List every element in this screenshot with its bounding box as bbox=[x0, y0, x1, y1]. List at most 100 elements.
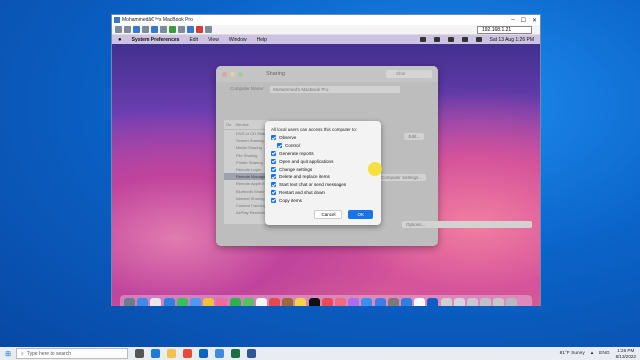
taskbar-search[interactable]: ⌕ Type here to search bbox=[16, 348, 128, 359]
dock-app-icon[interactable] bbox=[374, 298, 386, 306]
service-item[interactable]: AirPlay Receiver bbox=[224, 209, 268, 216]
task-view-icon[interactable] bbox=[135, 349, 144, 358]
close-button[interactable]: ✕ bbox=[532, 17, 537, 24]
dock-app-icon[interactable] bbox=[255, 298, 267, 306]
chrome-icon[interactable] bbox=[183, 349, 192, 358]
excel-icon[interactable] bbox=[231, 349, 240, 358]
option-text-chat[interactable]: Start text chat or send messages bbox=[271, 181, 375, 189]
menubar-clock[interactable]: Sat 13 Aug 1:26 PM bbox=[490, 37, 534, 43]
dock-app-icon[interactable] bbox=[295, 298, 307, 306]
dock-app-icon[interactable] bbox=[321, 298, 333, 306]
dock-app-icon[interactable] bbox=[137, 298, 149, 306]
dock-app-icon[interactable] bbox=[229, 298, 241, 306]
search-icon[interactable] bbox=[461, 37, 468, 42]
option-observe[interactable]: Observe bbox=[271, 134, 375, 142]
dock-app-icon[interactable] bbox=[506, 298, 518, 306]
cancel-button[interactable]: Cancel bbox=[314, 210, 343, 219]
dock-app-icon[interactable] bbox=[176, 298, 188, 306]
edit-button[interactable]: Edit... bbox=[404, 133, 424, 140]
toolbar-icon[interactable] bbox=[142, 26, 149, 33]
edge-icon[interactable] bbox=[151, 349, 160, 358]
toolbar-icon[interactable] bbox=[205, 26, 212, 33]
dock-app-icon[interactable] bbox=[493, 298, 505, 306]
service-item[interactable]: Screen Sharing bbox=[224, 137, 268, 144]
checkbox-checked-icon[interactable] bbox=[277, 143, 282, 149]
file-explorer-icon[interactable] bbox=[167, 349, 176, 358]
language-indicator[interactable]: ENG bbox=[599, 351, 609, 356]
dock-app-icon[interactable] bbox=[466, 298, 478, 306]
remote-window-titlebar[interactable]: Mohammedâ€™s MacBook Pro – ☐ ✕ bbox=[112, 15, 540, 25]
taskbar-clock[interactable]: 1:26 PM 8/13/2022 bbox=[616, 348, 636, 359]
toolbar-icon[interactable] bbox=[151, 26, 158, 33]
dock-app-icon[interactable] bbox=[414, 298, 426, 306]
toolbar-icon[interactable] bbox=[115, 26, 122, 33]
store-icon[interactable] bbox=[199, 349, 208, 358]
dock-app-icon[interactable] bbox=[427, 298, 439, 306]
minimize-dot-icon[interactable] bbox=[230, 71, 235, 77]
option-control[interactable]: Control bbox=[271, 142, 375, 150]
dock-app-icon[interactable] bbox=[308, 298, 320, 306]
status-icon[interactable] bbox=[433, 37, 440, 42]
dock-app-icon[interactable] bbox=[361, 298, 373, 306]
toolbar-icon[interactable] bbox=[178, 26, 185, 33]
checkbox-checked-icon[interactable] bbox=[271, 158, 276, 164]
service-item[interactable]: Content Caching bbox=[224, 202, 268, 209]
control-center-icon[interactable] bbox=[475, 37, 482, 42]
dock-app-icon[interactable] bbox=[216, 298, 228, 306]
service-item[interactable]: DVD or CD Sharing bbox=[224, 130, 268, 137]
zoom-dot-icon[interactable] bbox=[238, 71, 243, 77]
menu-app-name[interactable]: System Preferences bbox=[132, 37, 180, 43]
option-copy-items[interactable]: Copy items bbox=[271, 196, 375, 204]
dock-app-icon[interactable] bbox=[348, 298, 360, 306]
dock-app-icon[interactable] bbox=[189, 298, 201, 306]
dock-app-icon[interactable] bbox=[282, 298, 294, 306]
dock-app-icon[interactable] bbox=[453, 298, 465, 306]
menu-window[interactable]: Window bbox=[229, 37, 247, 43]
maximize-button[interactable]: ☐ bbox=[521, 17, 526, 24]
options-button[interactable]: Options... bbox=[402, 221, 532, 228]
service-item[interactable]: Internet Sharing bbox=[224, 195, 268, 202]
close-dot-icon[interactable] bbox=[222, 71, 227, 77]
dock-app-icon[interactable] bbox=[400, 298, 412, 306]
toolbar-icon[interactable] bbox=[169, 26, 176, 33]
menu-edit[interactable]: Edit bbox=[189, 37, 198, 43]
service-item[interactable]: Printer Sharing bbox=[224, 159, 268, 166]
dock-app-icon[interactable] bbox=[242, 298, 254, 306]
option-open-quit-apps[interactable]: Open and quit applications bbox=[271, 157, 375, 165]
option-delete-replace[interactable]: Delete and replace items bbox=[271, 173, 375, 181]
toolbar-icon[interactable] bbox=[133, 26, 140, 33]
checkbox-checked-icon[interactable] bbox=[271, 189, 276, 195]
ok-button[interactable]: OK bbox=[348, 210, 373, 219]
dock-app-icon[interactable] bbox=[335, 298, 346, 306]
status-icon[interactable] bbox=[419, 37, 426, 42]
checkbox-checked-icon[interactable] bbox=[271, 135, 276, 141]
service-item[interactable]: File Sharing bbox=[224, 152, 268, 159]
service-item[interactable]: Remote Login bbox=[224, 166, 268, 173]
app-icon[interactable] bbox=[215, 349, 224, 358]
wifi-icon[interactable] bbox=[447, 37, 454, 42]
service-item[interactable]: Remote Management bbox=[224, 173, 268, 181]
network-icon[interactable]: ▴ bbox=[591, 351, 593, 356]
menu-view[interactable]: View bbox=[208, 37, 219, 43]
dock-app-icon[interactable] bbox=[480, 298, 492, 306]
checkbox-checked-icon[interactable] bbox=[271, 197, 276, 203]
option-generate-reports[interactable]: Generate reports bbox=[271, 150, 375, 158]
remote-desktop-icon[interactable] bbox=[247, 349, 256, 358]
option-restart-shutdown[interactable]: Restart and shut down bbox=[271, 189, 375, 197]
dock-app-icon[interactable] bbox=[440, 298, 452, 306]
windows-start-icon[interactable]: ⊞ bbox=[0, 347, 16, 360]
ip-address-field[interactable]: 192.168.1.21 bbox=[477, 25, 532, 34]
toolbar-icon[interactable] bbox=[196, 26, 203, 33]
menu-help[interactable]: Help bbox=[257, 37, 267, 43]
computer-settings-button[interactable]: Computer Settings... bbox=[376, 174, 426, 181]
checkbox-checked-icon[interactable] bbox=[271, 182, 276, 188]
dock-app-icon[interactable] bbox=[150, 298, 162, 306]
dock-app-icon[interactable] bbox=[163, 298, 175, 306]
toolbar-icon[interactable] bbox=[124, 26, 131, 33]
service-item[interactable]: Bluetooth Sharing bbox=[224, 188, 268, 195]
sharing-search-field[interactable]: Shar bbox=[386, 70, 432, 78]
weather-text[interactable]: 81°F Sunny bbox=[560, 351, 585, 356]
checkbox-checked-icon[interactable] bbox=[271, 166, 276, 172]
checkbox-checked-icon[interactable] bbox=[271, 174, 276, 180]
toolbar-icon[interactable] bbox=[187, 26, 194, 33]
